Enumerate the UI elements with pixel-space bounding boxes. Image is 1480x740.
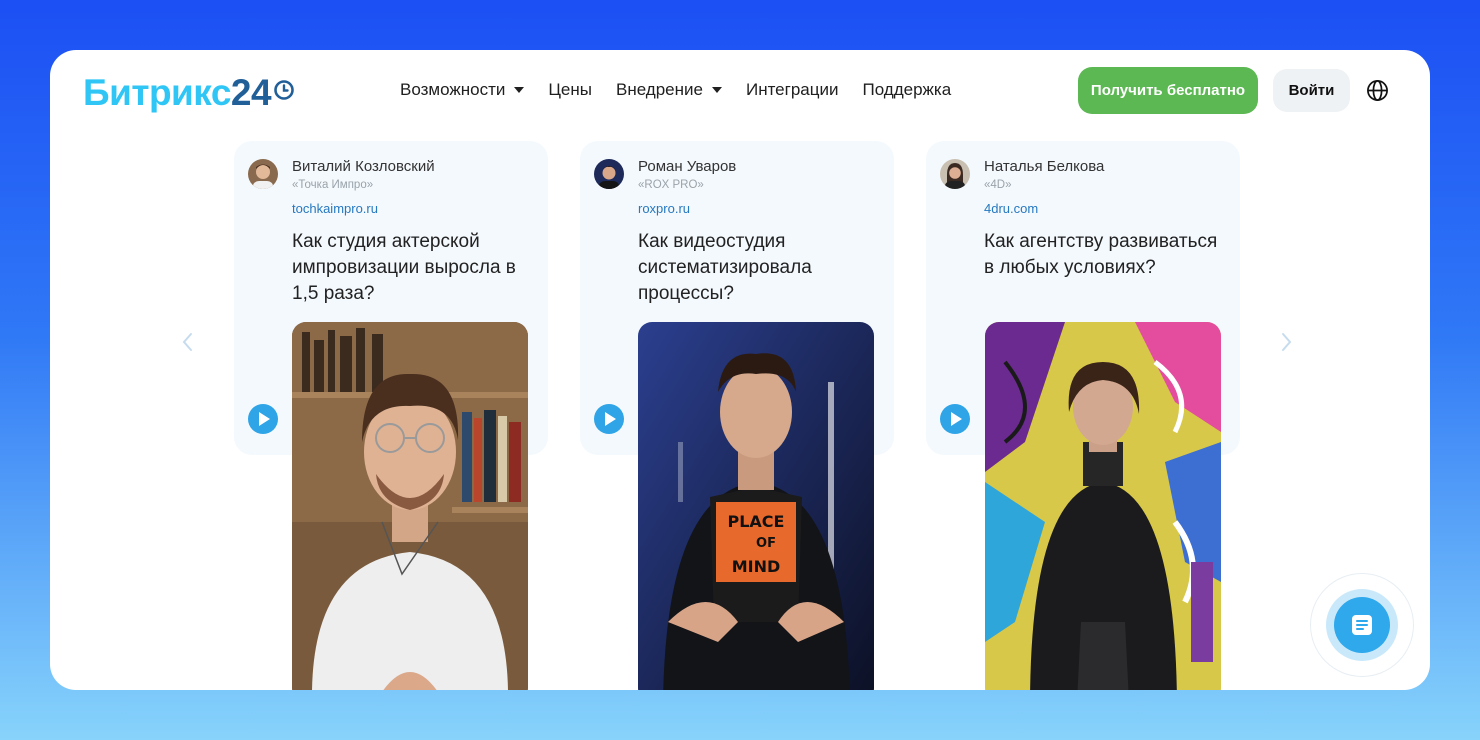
company-link[interactable]: tochkaimpro.ru — [292, 201, 378, 216]
nav-item-prices[interactable]: Цены — [548, 80, 592, 100]
play-icon[interactable] — [248, 404, 278, 434]
chat-core — [1334, 597, 1390, 653]
case-question: Как студия актерской импровизации выросл… — [292, 231, 516, 304]
logo-brand: Битрикс — [83, 72, 231, 113]
chat-widget-button[interactable] — [1310, 573, 1414, 677]
globe-icon[interactable] — [1366, 79, 1389, 102]
nav-item-features[interactable]: Возможности — [400, 80, 525, 100]
main-nav: Возможности Цены Внедрение Интеграции По… — [400, 80, 975, 100]
nav-label: Поддержка — [862, 80, 952, 99]
video-thumbnail[interactable] — [292, 322, 528, 690]
svg-text:OF: OF — [756, 536, 776, 551]
company-name: «Точка Импро» — [292, 179, 374, 191]
avatar — [248, 159, 278, 189]
company-link[interactable]: 4dru.com — [984, 201, 1038, 216]
chevron-left-icon[interactable] — [181, 332, 195, 352]
nav-label: Внедрение — [616, 80, 703, 99]
case-question: Как видеостудия систематизировала процес… — [638, 231, 812, 304]
nav-label: Цены — [548, 80, 592, 99]
nav-item-implementation[interactable]: Внедрение — [616, 80, 722, 100]
nav-item-integrations[interactable]: Интеграции — [746, 80, 839, 100]
person-name: Роман Уваров — [638, 158, 737, 175]
chat-icon — [1352, 615, 1372, 635]
chevron-down-icon — [514, 87, 525, 93]
svg-text:MIND: MIND — [732, 557, 781, 576]
person-name: Наталья Белкова — [984, 158, 1105, 175]
video-thumbnail[interactable] — [985, 322, 1221, 690]
avatar — [940, 159, 970, 189]
login-button[interactable]: Войти — [1273, 69, 1350, 112]
chevron-down-icon — [711, 87, 722, 93]
nav-label: Возможности — [400, 80, 506, 99]
svg-text:PLACE: PLACE — [728, 512, 785, 531]
video-thumbnail[interactable]: PLACE OF MIND — [638, 322, 874, 690]
nav-label: Интеграции — [745, 80, 839, 99]
clock-icon — [274, 79, 294, 100]
play-icon[interactable] — [940, 404, 970, 434]
case-question: Как агентству развиваться в любых услови… — [984, 231, 1218, 278]
logo[interactable]: Битрикс 24 — [83, 74, 295, 111]
chevron-right-icon[interactable] — [1279, 332, 1293, 352]
person-name: Виталий Козловский — [292, 158, 435, 175]
browser-window: Битрикс 24 Возможности Цены Внедрение Ин… — [50, 50, 1430, 690]
company-name: «ROX PRO» — [638, 179, 704, 191]
play-icon[interactable] — [594, 404, 624, 434]
company-link[interactable]: roxpro.ru — [638, 201, 690, 216]
nav-item-support[interactable]: Поддержка — [862, 80, 951, 100]
chat-ring-inner — [1326, 589, 1398, 661]
logo-number: 24 — [230, 72, 272, 113]
company-name: «4D» — [984, 179, 1012, 191]
avatar — [594, 159, 624, 189]
get-free-button[interactable]: Получить бесплатно — [1078, 67, 1258, 114]
